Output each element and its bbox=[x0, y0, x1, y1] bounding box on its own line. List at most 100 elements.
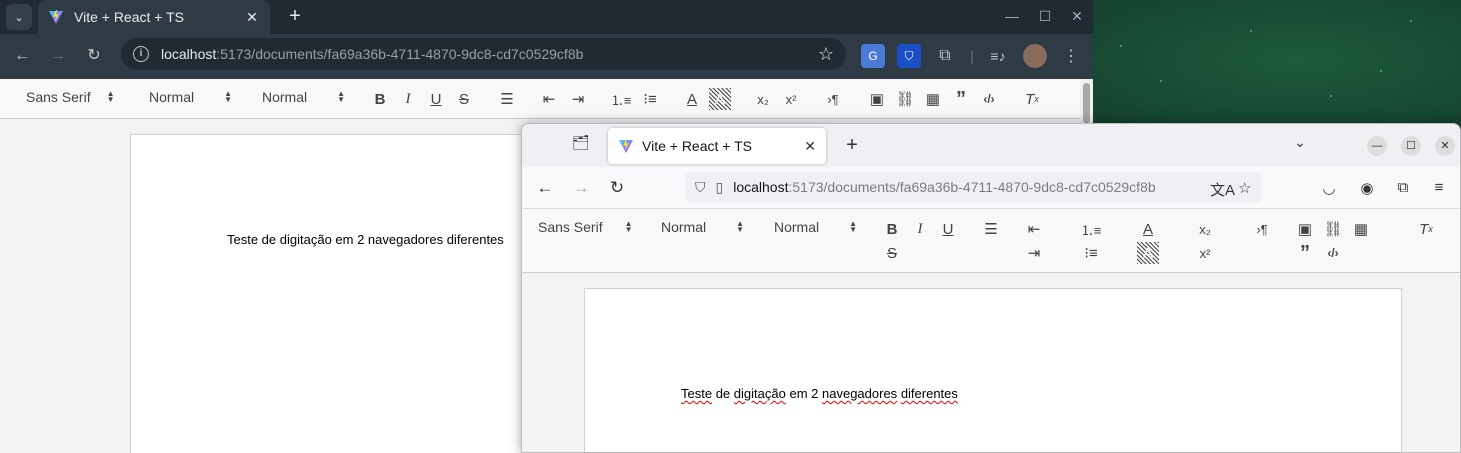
indent-icon[interactable]: ⇥ bbox=[1023, 242, 1045, 264]
strike-icon[interactable]: S bbox=[453, 88, 475, 110]
indent-icon[interactable]: ⇥ bbox=[567, 88, 589, 110]
video-icon[interactable]: ▦ bbox=[1350, 218, 1372, 240]
header-select[interactable]: Normal ▲ ▼ bbox=[262, 89, 345, 105]
firefox-view-icon[interactable]: 🗂 bbox=[572, 134, 592, 154]
clean-format-icon[interactable]: Tx bbox=[1021, 88, 1043, 110]
image-icon[interactable]: ▣ bbox=[866, 88, 888, 110]
vite-logo-icon bbox=[619, 139, 633, 153]
size-select[interactable]: Normal ▲ ▼ bbox=[149, 89, 232, 105]
size-select[interactable]: Normal ▲ ▼ bbox=[661, 219, 744, 235]
blockquote-icon[interactable]: ” bbox=[950, 88, 972, 110]
text-direction-icon[interactable]: ›¶ bbox=[1251, 218, 1273, 240]
header-select-value: Normal bbox=[774, 219, 820, 235]
align-icon[interactable]: ☰ bbox=[496, 88, 518, 110]
close-tab-icon[interactable]: ✕ bbox=[804, 138, 816, 155]
pocket-icon[interactable]: ◡ bbox=[1319, 179, 1339, 199]
list-all-tabs-chevron-icon[interactable]: ⌄ bbox=[1290, 134, 1310, 154]
close-window-button[interactable]: ✕ bbox=[1435, 136, 1455, 156]
star bbox=[1160, 80, 1162, 82]
firefox-tab-active[interactable]: Vite + React + TS ✕ bbox=[608, 128, 826, 164]
tab-search-button[interactable]: ⌄ bbox=[6, 4, 32, 30]
document-page[interactable]: Teste de digitação em 2 navegadores dife… bbox=[584, 288, 1402, 452]
font-select[interactable]: Sans Serif ▲ ▼ bbox=[538, 219, 633, 235]
translate-extension-icon[interactable]: G bbox=[861, 44, 885, 68]
ordered-list-icon[interactable]: ⒈≡ bbox=[610, 88, 632, 110]
image-icon[interactable]: ▣ bbox=[1294, 218, 1316, 240]
background-color-icon[interactable]: A bbox=[709, 88, 731, 110]
chrome-tab-active[interactable]: Vite + React + TS ✕ bbox=[38, 0, 270, 34]
url-path: :5173/documents/fa69a36b-4711-4870-9dc8-… bbox=[216, 46, 584, 62]
minimize-button[interactable]: — bbox=[1000, 4, 1024, 28]
profile-avatar[interactable] bbox=[1023, 44, 1047, 68]
star bbox=[1120, 45, 1122, 47]
text-color-icon[interactable]: A bbox=[681, 88, 703, 110]
blockquote-icon[interactable]: ” bbox=[1294, 242, 1316, 264]
bitwarden-extension-icon[interactable]: ⛉ bbox=[897, 44, 921, 68]
italic-icon[interactable]: I bbox=[397, 88, 419, 110]
address-bar[interactable]: ⛉ ▯ localhost:5173/documents/fa69a36b-47… bbox=[685, 172, 1262, 202]
outdent-icon[interactable]: ⇤ bbox=[1023, 218, 1045, 240]
quill-toolbar: Sans Serif ▲ ▼ Normal ▲ ▼ Normal ▲ ▼ B I U … bbox=[522, 209, 1460, 273]
back-button[interactable]: ← bbox=[8, 42, 36, 70]
reload-button[interactable]: ↻ bbox=[80, 42, 108, 70]
document-text: Teste de digitação em 2 navegadores dife… bbox=[227, 232, 504, 247]
italic-icon[interactable]: I bbox=[909, 218, 931, 240]
address-bar[interactable]: i localhost:5173/documents/fa69a36b-4711… bbox=[121, 38, 846, 70]
back-button[interactable]: ← bbox=[533, 176, 557, 200]
forward-button[interactable]: → bbox=[44, 42, 72, 70]
strike-icon[interactable]: S bbox=[881, 242, 903, 264]
select-arrows-icon: ▲ ▼ bbox=[736, 219, 745, 234]
tracking-shield-icon[interactable]: ⛉ bbox=[695, 179, 706, 196]
tab-title: Vite + React + TS bbox=[74, 9, 184, 25]
font-select[interactable]: Sans Serif ▲ ▼ bbox=[26, 89, 115, 105]
close-tab-icon[interactable]: ✕ bbox=[244, 9, 260, 26]
close-window-button[interactable]: ✕ bbox=[1065, 4, 1089, 28]
header-select[interactable]: Normal ▲ ▼ bbox=[774, 219, 857, 235]
underline-icon[interactable]: U bbox=[937, 218, 959, 240]
text-direction-icon[interactable]: ›¶ bbox=[822, 88, 844, 110]
site-info-icon[interactable]: i bbox=[133, 46, 149, 62]
clean-format-icon[interactable]: Tx bbox=[1415, 218, 1437, 240]
translate-icon[interactable]: 文A bbox=[1210, 179, 1235, 200]
bookmark-star-icon[interactable]: ☆ bbox=[818, 44, 834, 65]
media-controls-icon[interactable]: ≡♪ bbox=[986, 44, 1010, 68]
firefox-navbar: ← → ↻ ⛉ ▯ localhost:5173/documents/fa69a… bbox=[522, 167, 1460, 209]
text-color-icon[interactable]: A bbox=[1137, 218, 1159, 240]
new-tab-button[interactable]: + bbox=[282, 3, 308, 29]
superscript-icon[interactable]: x² bbox=[780, 88, 802, 110]
underline-icon[interactable]: U bbox=[425, 88, 447, 110]
new-tab-button[interactable]: + bbox=[840, 133, 864, 157]
chrome-menu-icon[interactable]: ⋮ bbox=[1059, 44, 1083, 68]
maximize-button[interactable]: ☐ bbox=[1401, 136, 1421, 156]
account-icon[interactable]: ◉ bbox=[1357, 179, 1377, 199]
outdent-icon[interactable]: ⇤ bbox=[538, 88, 560, 110]
extensions-puzzle-icon[interactable]: ⧉ bbox=[1393, 179, 1413, 199]
extensions-puzzle-icon[interactable]: ⧉ bbox=[933, 44, 957, 68]
link-icon[interactable]: ⛓ bbox=[894, 88, 916, 110]
page-info-icon[interactable]: ▯ bbox=[716, 179, 724, 196]
document-page[interactable]: Teste de digitação em 2 navegadores dife… bbox=[130, 134, 550, 453]
reload-button[interactable]: ↻ bbox=[605, 176, 629, 200]
subscript-icon[interactable]: x₂ bbox=[752, 88, 774, 110]
subscript-icon[interactable]: x₂ bbox=[1194, 218, 1216, 240]
ordered-list-icon[interactable]: ⒈≡ bbox=[1080, 218, 1102, 240]
star bbox=[1410, 20, 1412, 22]
bold-icon[interactable]: B bbox=[369, 88, 391, 110]
align-icon[interactable]: ☰ bbox=[980, 218, 1002, 240]
code-block-icon[interactable]: ‹/› bbox=[1322, 242, 1344, 264]
background-color-icon[interactable]: A bbox=[1137, 242, 1159, 264]
link-icon[interactable]: ⛓ bbox=[1322, 218, 1344, 240]
word: 2 bbox=[811, 386, 819, 401]
bullet-list-icon[interactable]: ⁝≡ bbox=[1080, 242, 1102, 264]
bullet-list-icon[interactable]: ⁝≡ bbox=[639, 88, 661, 110]
app-menu-icon[interactable]: ≡ bbox=[1429, 179, 1449, 199]
bookmark-star-icon[interactable]: ☆ bbox=[1238, 179, 1251, 197]
scrollbar-thumb[interactable] bbox=[1083, 83, 1090, 123]
minimize-button[interactable]: — bbox=[1367, 136, 1387, 156]
maximize-button[interactable]: ☐ bbox=[1033, 4, 1057, 28]
bold-icon[interactable]: B bbox=[881, 218, 903, 240]
code-block-icon[interactable]: ‹/› bbox=[978, 88, 1000, 110]
forward-button[interactable]: → bbox=[569, 176, 593, 200]
superscript-icon[interactable]: x² bbox=[1194, 242, 1216, 264]
video-icon[interactable]: ▦ bbox=[922, 88, 944, 110]
